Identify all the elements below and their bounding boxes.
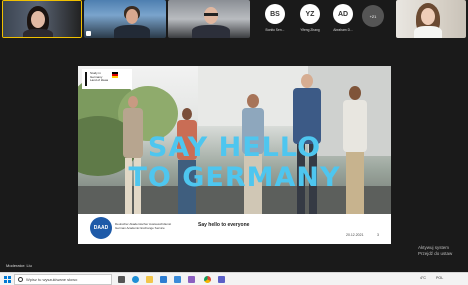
zoom-meeting-window: BS Bonito Sen... YZ Yifeng Zhang AD Abra… [0, 0, 468, 285]
german-flag-icon [112, 72, 118, 78]
participant-body [192, 25, 230, 38]
participant-avatar-bs[interactable]: BS Bonito Sen... [258, 0, 292, 38]
slide-title: Say hello to everyone [198, 222, 250, 228]
slide-page-number: 3 [377, 233, 379, 237]
slide-footer: DAAD Deutscher Akademischer Austauschdie… [78, 214, 391, 244]
participant-name: Abraham D... [333, 28, 353, 32]
search-placeholder: Wpisz tu wyszukiwane słowo [26, 277, 78, 282]
slide-headline: SAY HELLO [147, 132, 322, 163]
participant-video-tile[interactable] [84, 0, 166, 38]
avatar: YZ [300, 4, 320, 24]
avatar: BS [265, 4, 285, 24]
participant-face [421, 8, 435, 25]
participant-body [414, 26, 442, 38]
taskbar-search-box[interactable]: Wpisz tu wyszukiwane słowo [14, 274, 112, 285]
chrome-icon[interactable] [204, 276, 211, 283]
windows-taskbar: Wpisz tu wyszukiwane słowo 4°C POL [0, 272, 468, 285]
shared-screen-slide: SAY HELLO TO GERMANY Study in Germany La… [78, 66, 391, 244]
file-explorer-icon[interactable] [146, 276, 153, 283]
participant-name: Bonito Sen... [265, 28, 285, 32]
participant-avatar-ad[interactable]: AD Abraham D... [326, 0, 360, 38]
glasses [204, 13, 218, 16]
slide-photo: SAY HELLO TO GERMANY Study in Germany La… [78, 66, 391, 214]
more-participants-button[interactable]: +21 [362, 5, 384, 27]
participant-face [31, 11, 45, 28]
study-in-germany-logo: Study in Germany Land of Ideas [82, 69, 132, 89]
task-view-icon[interactable] [118, 276, 125, 283]
photos-icon[interactable] [188, 276, 195, 283]
search-icon [18, 277, 23, 282]
organization-name: Deutscher Akademischer Austauschdienst G… [115, 222, 172, 230]
participant-body [114, 25, 150, 38]
participant-video-tile[interactable] [396, 0, 466, 38]
participant-name: Yifeng Zhang [300, 28, 320, 32]
participant-avatar-yz[interactable]: YZ Yifeng Zhang [293, 0, 327, 38]
participant-video-tile[interactable] [168, 0, 250, 38]
mail-icon[interactable] [174, 276, 181, 283]
teams-icon[interactable] [218, 276, 225, 283]
weather-text: 4°C [420, 276, 427, 280]
edge-icon[interactable] [132, 276, 139, 283]
windows-start-icon[interactable] [4, 276, 11, 283]
avatar: AD [333, 4, 353, 24]
store-icon[interactable] [160, 276, 167, 283]
participant-body [23, 29, 53, 37]
activate-windows-watermark: Aktywuj system Przejdź do ustaw [418, 245, 453, 256]
daad-logo: DAAD [90, 217, 112, 239]
mic-muted-icon [86, 31, 91, 36]
slide-date: 20.12.2021 [346, 233, 364, 237]
language-indicator[interactable]: POL [436, 276, 443, 280]
participant-face [126, 9, 138, 24]
participant-video-tile[interactable] [2, 0, 82, 38]
presenter-label: Moderator: Liu [6, 263, 32, 268]
slide-headline: TO GERMANY [128, 162, 341, 193]
